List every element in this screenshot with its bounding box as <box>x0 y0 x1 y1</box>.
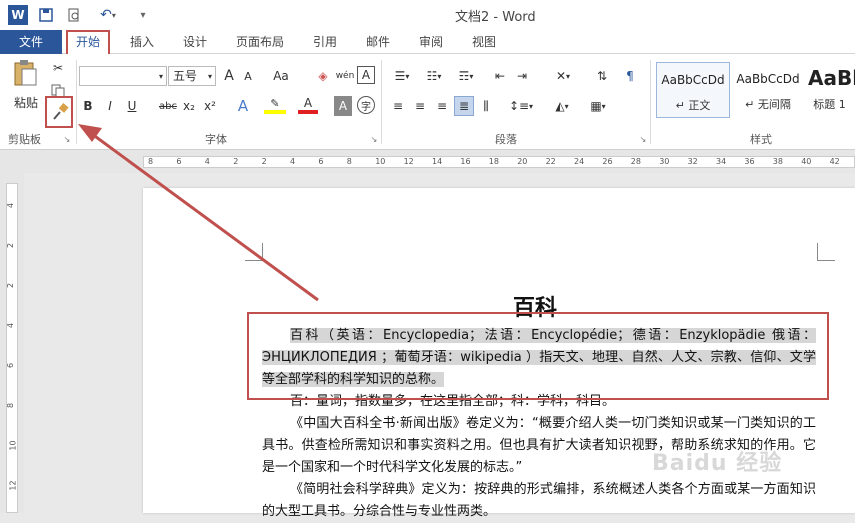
annotation-arrow <box>78 124 319 302</box>
